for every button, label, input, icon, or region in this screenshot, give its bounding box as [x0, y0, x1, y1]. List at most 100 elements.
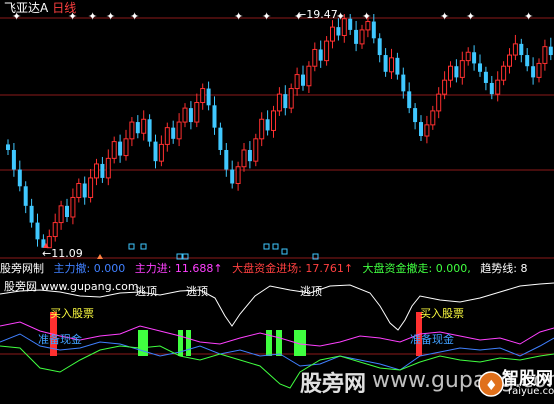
- candle-body: [147, 119, 152, 142]
- high-price-label: ←19.47: [297, 8, 338, 21]
- green-signal-bar: [300, 330, 306, 356]
- candle-body: [507, 54, 512, 67]
- candle-body: [6, 144, 10, 150]
- signal-bars: [50, 312, 422, 356]
- candle-body: [301, 74, 305, 86]
- low-price-value: 11.09: [51, 247, 83, 260]
- sell-label: 逃顶: [186, 285, 208, 298]
- candle-body: [430, 110, 436, 126]
- candle-body: [283, 94, 288, 109]
- candle-body: [88, 177, 94, 198]
- candle-body: [265, 119, 270, 131]
- candle-body: [483, 71, 488, 83]
- indicator-item-main-in: 主力进: 11.688↑: [134, 262, 223, 275]
- star-marker: ✦: [88, 10, 97, 23]
- candle-body: [212, 105, 217, 128]
- candle-body: [70, 196, 76, 218]
- candle-body: [413, 108, 418, 123]
- candle-body: [129, 121, 135, 140]
- candle-body: [348, 18, 353, 30]
- candle-body: [94, 163, 99, 179]
- candle-body: [164, 127, 170, 145]
- candle-body: [247, 149, 252, 162]
- candle-body: [442, 79, 448, 95]
- signal-square: [281, 248, 288, 255]
- candle-body: [512, 43, 518, 56]
- candle-body: [11, 149, 16, 170]
- candle-body: [389, 57, 394, 73]
- candle-body: [324, 40, 330, 62]
- candle-body: [489, 82, 494, 95]
- star-marker: ✦: [106, 10, 115, 23]
- candle-body: [495, 79, 501, 95]
- indicator-item-main-out: 主力撤: 0.000: [53, 262, 126, 275]
- star-marker: ✦: [262, 10, 271, 23]
- candle-body: [401, 74, 406, 92]
- candle-body: [531, 66, 536, 78]
- candle-body: [465, 51, 471, 62]
- candle-body: [135, 122, 140, 134]
- indicator-name: 股旁网制: [0, 262, 44, 275]
- candle-body: [52, 222, 58, 238]
- signal-square: [128, 243, 135, 250]
- buy-label: 买入股票: [420, 307, 464, 320]
- candle-body: [259, 118, 265, 140]
- stock-title: 飞亚达A: [4, 1, 49, 15]
- buy-label: 买入股票: [50, 307, 94, 320]
- candle-body: [294, 74, 300, 90]
- candle-body: [230, 169, 235, 184]
- candle-body: [354, 29, 359, 44]
- period-label: 日线: [52, 1, 77, 15]
- watermark-site-name: 股旁网: [300, 372, 367, 397]
- candle-body: [448, 65, 453, 81]
- candle-body: [472, 52, 477, 64]
- candle-body: [501, 65, 507, 81]
- candle-body: [359, 29, 365, 45]
- candle-body: [194, 102, 200, 123]
- green-signal-bar: [266, 330, 272, 356]
- sell-label: 逃顶: [135, 285, 157, 298]
- signal-square: [263, 243, 270, 250]
- candle-body: [542, 46, 548, 64]
- signal-square: [272, 243, 279, 250]
- signal-markers: ✦ ✦ ✦ ✦ ✦ ✦ ✦ ✦ ✦ ✦ ✦ ✦ ✦: [12, 10, 533, 260]
- candle-body: [330, 26, 335, 42]
- candle-body: [224, 149, 229, 170]
- candle-body: [58, 205, 64, 224]
- candle-body: [105, 157, 111, 179]
- logo-url: raiyue.com: [508, 386, 554, 397]
- candle-body: [525, 55, 530, 67]
- indicator-bar: 股旁网制 主力撤: 0.000 主力进: 11.688↑ 大盘资金进场: 17.…: [0, 262, 533, 276]
- indicator-item-market-out: 大盘资金撤走: 0.000,: [362, 262, 471, 275]
- candle-body: [158, 143, 164, 162]
- star-marker: ✦: [466, 10, 475, 23]
- stock-chart-window: ✦ ✦ ✦ ✦ ✦ ✦ ✦ ✦ ✦ ✦ ✦ ✦ ✦ 飞亚达A 日线 ←19.47 ←11.09 股旁网制 …: [0, 0, 554, 404]
- candle-body: [419, 122, 423, 137]
- candle-body: [235, 166, 241, 184]
- candle-body: [383, 55, 388, 72]
- indicator-item-market-in: 大盘资金进场: 17.761↑: [232, 262, 354, 275]
- candle-body: [82, 183, 87, 198]
- star-marker: ✦: [130, 10, 139, 23]
- candle-body: [454, 66, 459, 78]
- candle-body: [548, 46, 553, 56]
- star-marker: ✦: [440, 10, 449, 23]
- candle-body: [182, 107, 188, 123]
- star-marker: ✦: [524, 10, 533, 23]
- candle-body: [424, 124, 430, 137]
- indicator-item-trend: 趋势线: 8: [480, 262, 528, 275]
- candle-body: [371, 21, 376, 39]
- cash-label: 准备现金: [38, 333, 82, 346]
- candle-body: [171, 127, 176, 139]
- price-chart[interactable]: ✦ ✦ ✦ ✦ ✦ ✦ ✦ ✦ ✦ ✦ ✦ ✦ ✦: [0, 0, 554, 260]
- candle-body: [519, 43, 524, 56]
- candle-body: [336, 27, 341, 36]
- candle-body: [111, 141, 117, 159]
- candle-body: [17, 169, 22, 187]
- candle-body: [206, 88, 211, 106]
- candlestick-series: [6, 14, 553, 249]
- arrow-marker: [97, 254, 103, 259]
- candle-body: [459, 60, 465, 78]
- green-signal-bar: [186, 330, 191, 356]
- sell-label: 逃顶: [300, 285, 322, 298]
